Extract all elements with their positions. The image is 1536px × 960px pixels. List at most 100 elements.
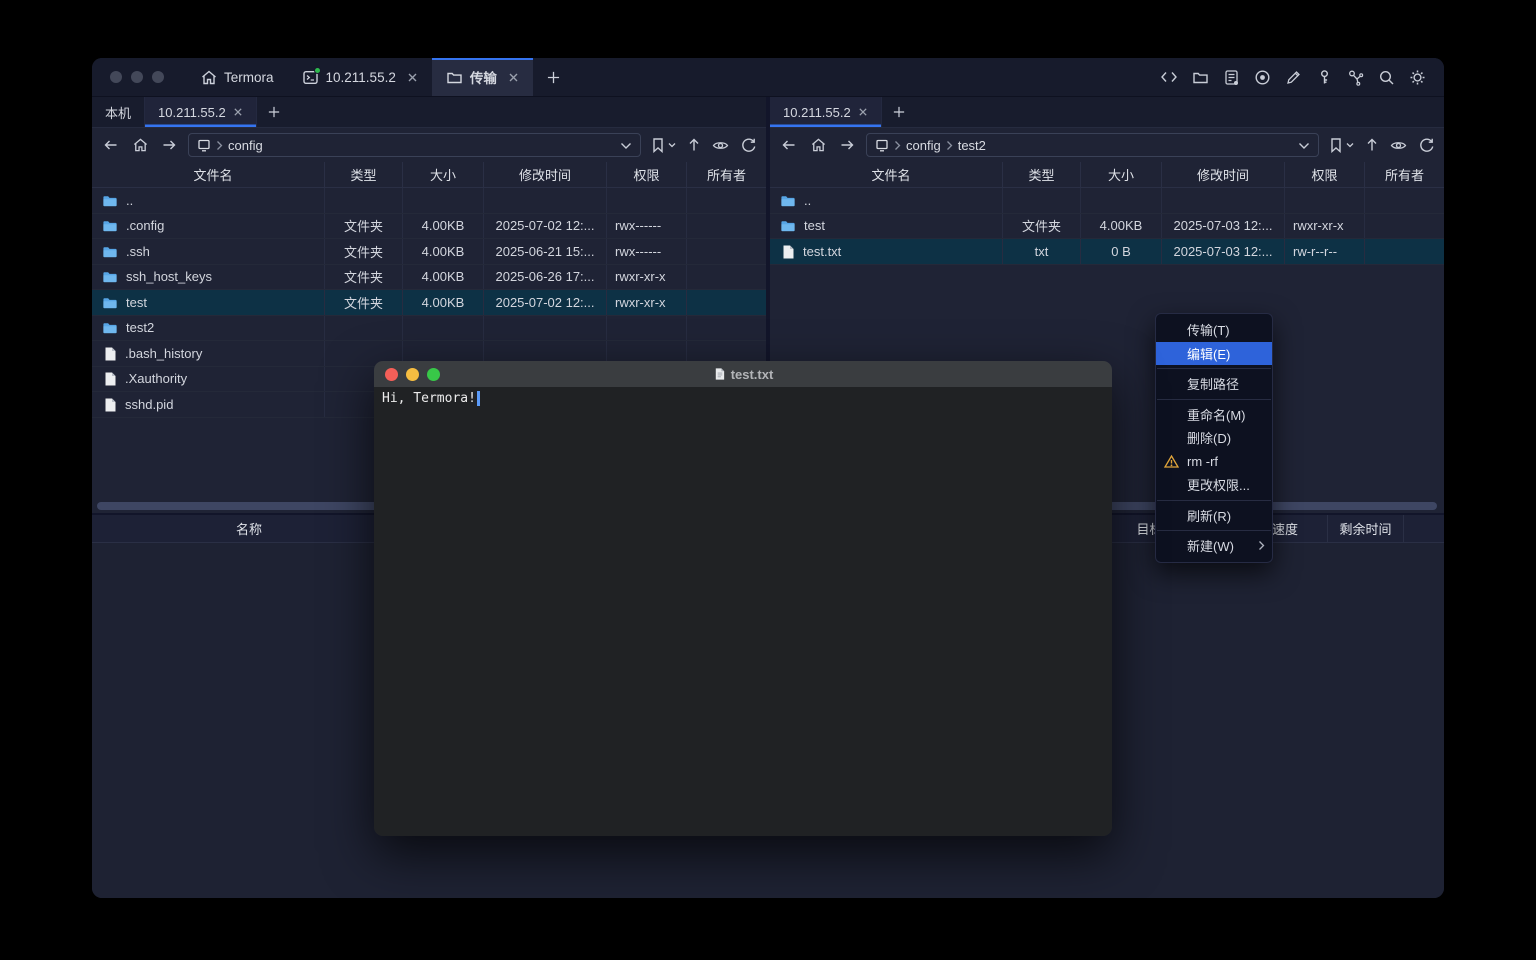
column-header[interactable]: 所有者 bbox=[687, 162, 766, 187]
column-header[interactable]: 修改时间 bbox=[484, 162, 607, 187]
tab-transfer[interactable]: 传输 bbox=[432, 58, 533, 96]
up-directory-button[interactable] bbox=[1365, 138, 1379, 152]
tab-label: Termora bbox=[224, 70, 274, 85]
editor-text: Hi, Termora! bbox=[382, 391, 476, 406]
tab-termora-home[interactable]: Termora bbox=[186, 58, 288, 96]
chevron-right-icon bbox=[946, 140, 953, 151]
table-row-selected[interactable]: test 文件夹4.00KB2025-07-02 12:...rwxr-xr-x bbox=[92, 290, 766, 316]
tab-label: 10.211.55.2 bbox=[783, 105, 851, 120]
column-header[interactable]: 权限 bbox=[607, 162, 687, 187]
refresh-icon[interactable] bbox=[740, 137, 757, 153]
column-header[interactable]: 大小 bbox=[1081, 162, 1162, 187]
show-hidden-eye-icon[interactable] bbox=[712, 138, 729, 153]
caret-down-icon[interactable] bbox=[668, 142, 676, 148]
column-header[interactable]: 大小 bbox=[403, 162, 484, 187]
table-row[interactable]: ssh_host_keys 文件夹4.00KB2025-06-26 17:...… bbox=[92, 265, 766, 291]
up-directory-button[interactable] bbox=[687, 138, 701, 152]
close-icon[interactable] bbox=[508, 72, 519, 83]
column-header[interactable]: 类型 bbox=[1003, 162, 1081, 187]
code-icon[interactable] bbox=[1160, 69, 1178, 85]
new-tab-button[interactable] bbox=[533, 58, 574, 96]
column-header[interactable]: 剩余时间 bbox=[1328, 515, 1404, 542]
path-input[interactable]: config bbox=[188, 133, 641, 157]
tab-remote-host[interactable]: 10.211.55.2 bbox=[145, 97, 257, 127]
column-header[interactable]: 名称 bbox=[92, 515, 407, 542]
terminal-icon bbox=[302, 69, 319, 86]
refresh-icon[interactable] bbox=[1418, 137, 1435, 153]
column-header[interactable]: 权限 bbox=[1285, 162, 1365, 187]
termora-window: Termora 10.211.55.2 传输 bbox=[92, 58, 1444, 898]
table-row[interactable]: .. bbox=[92, 188, 766, 214]
menu-item-edit[interactable]: 编辑(E) bbox=[1156, 342, 1272, 366]
tab-ssh-session[interactable]: 10.211.55.2 bbox=[288, 58, 432, 96]
table-row[interactable]: test2 bbox=[92, 316, 766, 342]
settings-gear-icon[interactable] bbox=[1409, 69, 1426, 86]
back-button[interactable] bbox=[101, 138, 121, 152]
editor-content[interactable]: Hi, Termora! bbox=[374, 387, 1112, 836]
traffic-lights bbox=[92, 58, 186, 96]
key-icon[interactable] bbox=[1316, 69, 1333, 86]
menu-item-change-permissions[interactable]: 更改权限... bbox=[1156, 473, 1272, 497]
close-icon[interactable] bbox=[407, 72, 418, 83]
left-path-bar: config bbox=[92, 128, 766, 162]
log-icon[interactable] bbox=[1223, 69, 1240, 86]
path-segment[interactable]: config bbox=[906, 138, 941, 153]
menu-item-rename[interactable]: 重命名(M) bbox=[1156, 403, 1272, 427]
path-segment[interactable]: test2 bbox=[958, 138, 986, 153]
column-header[interactable]: 类型 bbox=[325, 162, 403, 187]
column-header[interactable]: 所有者 bbox=[1365, 162, 1444, 187]
caret-down-icon[interactable] bbox=[1346, 142, 1354, 148]
column-header[interactable]: 修改时间 bbox=[1162, 162, 1285, 187]
maximize-window-button[interactable] bbox=[152, 71, 164, 83]
file-icon bbox=[780, 244, 795, 259]
column-header[interactable]: 文件名 bbox=[92, 162, 325, 187]
menu-item-rm-rf[interactable]: rm -rf bbox=[1156, 450, 1272, 474]
edit-icon[interactable] bbox=[1285, 69, 1302, 86]
table-row[interactable]: .. bbox=[770, 188, 1444, 214]
close-icon[interactable] bbox=[233, 107, 243, 117]
minimize-window-button[interactable] bbox=[131, 71, 143, 83]
text-cursor bbox=[477, 391, 480, 406]
editor-titlebar[interactable]: test.txt bbox=[374, 361, 1112, 387]
computer-icon bbox=[197, 138, 211, 153]
search-icon[interactable] bbox=[1378, 69, 1395, 86]
right-pane-tab-bar: 10.211.55.2 bbox=[770, 97, 1444, 128]
show-hidden-eye-icon[interactable] bbox=[1390, 138, 1407, 153]
table-row[interactable]: test 文件夹4.00KB2025-07-03 12:...rwxr-xr-x bbox=[770, 214, 1444, 240]
menu-item-copy-path[interactable]: 复制路径 bbox=[1156, 372, 1272, 396]
close-window-button[interactable] bbox=[110, 71, 122, 83]
menu-item-new[interactable]: 新建(W) bbox=[1156, 534, 1272, 558]
add-pane-tab-button[interactable] bbox=[257, 97, 291, 127]
computer-icon bbox=[875, 138, 889, 153]
forward-button[interactable] bbox=[837, 138, 857, 152]
back-button[interactable] bbox=[779, 138, 799, 152]
keychain-icon[interactable] bbox=[1347, 69, 1364, 86]
home-button[interactable] bbox=[808, 137, 828, 153]
chevron-down-icon[interactable] bbox=[1298, 141, 1310, 150]
column-header[interactable]: 文件名 bbox=[770, 162, 1003, 187]
bookmark-icon[interactable] bbox=[650, 137, 666, 153]
path-segment[interactable]: config bbox=[228, 138, 263, 153]
table-row[interactable]: .config 文件夹4.00KB2025-07-02 12:...rwx---… bbox=[92, 214, 766, 240]
tab-local[interactable]: 本机 bbox=[92, 97, 145, 127]
tab-label: 10.211.55.2 bbox=[326, 70, 396, 85]
table-header: 文件名 类型 大小 修改时间 权限 所有者 bbox=[92, 162, 766, 188]
table-row[interactable]: .ssh 文件夹4.00KB2025-06-21 15:...rwx------ bbox=[92, 239, 766, 265]
close-icon[interactable] bbox=[858, 107, 868, 117]
tab-remote-host[interactable]: 10.211.55.2 bbox=[770, 97, 882, 127]
menu-item-delete[interactable]: 删除(D) bbox=[1156, 426, 1272, 450]
add-pane-tab-button[interactable] bbox=[882, 97, 916, 127]
menu-item-transfer[interactable]: 传输(T) bbox=[1156, 318, 1272, 342]
folder-icon[interactable] bbox=[1192, 69, 1209, 86]
record-icon[interactable] bbox=[1254, 69, 1271, 86]
home-button[interactable] bbox=[130, 137, 150, 153]
bookmark-icon[interactable] bbox=[1328, 137, 1344, 153]
chevron-down-icon[interactable] bbox=[620, 141, 632, 150]
submenu-chevron-icon bbox=[1258, 540, 1265, 551]
path-input[interactable]: config test2 bbox=[866, 133, 1319, 157]
folder-icon bbox=[780, 218, 796, 233]
forward-button[interactable] bbox=[159, 138, 179, 152]
menu-item-refresh[interactable]: 刷新(R) bbox=[1156, 504, 1272, 528]
right-path-bar: config test2 bbox=[770, 128, 1444, 162]
table-row-selected[interactable]: test.txt txt0 B2025-07-03 12:...rw-r--r-… bbox=[770, 239, 1444, 265]
